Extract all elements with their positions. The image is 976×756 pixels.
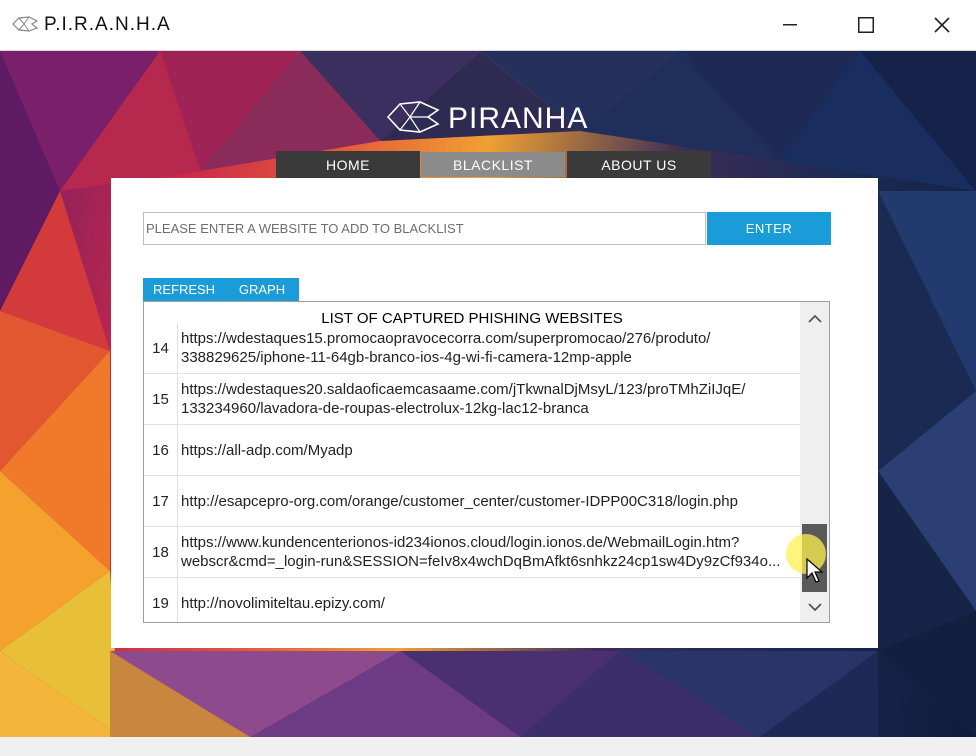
maximize-icon[interactable] [836,0,896,50]
piranha-fish-icon [386,100,440,139]
refresh-button[interactable]: REFRESH [143,278,225,301]
logo-text: PIRANHA [448,102,589,135]
row-url: http://esapcepro-org.com/orange/customer… [181,492,738,510]
table-row[interactable]: 17 http://esapcepro-org.com/orange/custo… [144,476,800,527]
list-header: LIST OF CAPTURED PHISHING WEBSITES [321,310,623,327]
table-row[interactable]: 19 http://novolimiteltau.epizy.com/ [144,578,800,622]
piranha-logo: PIRANHA [386,100,589,139]
window-titlebar: P.I.R.A.N.H.A [0,0,976,51]
minimize-icon[interactable] [760,0,820,50]
chevron-down-icon[interactable] [800,593,829,621]
row-number: 16 [144,425,178,475]
table-row[interactable]: 15 https://wdestaques20.saldaoficaemcasa… [144,374,800,425]
website-input[interactable] [143,212,706,245]
table-row[interactable]: 16 https://all-adp.com/Myadp [144,425,800,476]
row-url: https://www.kundencenterionos-id234ionos… [181,534,781,570]
graph-button[interactable]: GRAPH [225,278,299,301]
window-title: P.I.R.A.N.H.A [44,14,171,35]
chevron-up-icon[interactable] [800,304,829,332]
row-number: 18 [144,527,178,577]
row-number: 19 [144,578,178,622]
row-url: https://all-adp.com/Myadp [181,441,353,459]
tab-home[interactable]: HOME [276,151,420,178]
row-number: 15 [144,374,178,424]
table-row[interactable]: 18 https://www.kundencenterionos-id234io… [144,527,800,578]
enter-button[interactable]: ENTER [707,212,831,245]
row-url: https://wdestaques20.saldaoficaemcasaame… [181,381,746,417]
row-number: 17 [144,476,178,526]
tab-blacklist[interactable]: BLACKLIST [421,152,565,177]
tab-about-us[interactable]: ABOUT US [567,151,711,178]
mouse-cursor-icon [806,557,824,589]
list-rows: 14 https://wdestaques15.promocaopravocec… [144,323,800,622]
row-url: http://novolimiteltau.epizy.com/ [181,594,385,612]
phishing-list[interactable]: 14 https://wdestaques15.promocaopravocec… [143,301,830,623]
piranha-app-icon [12,16,39,32]
close-icon[interactable] [912,0,972,50]
bottom-strip [0,737,976,756]
